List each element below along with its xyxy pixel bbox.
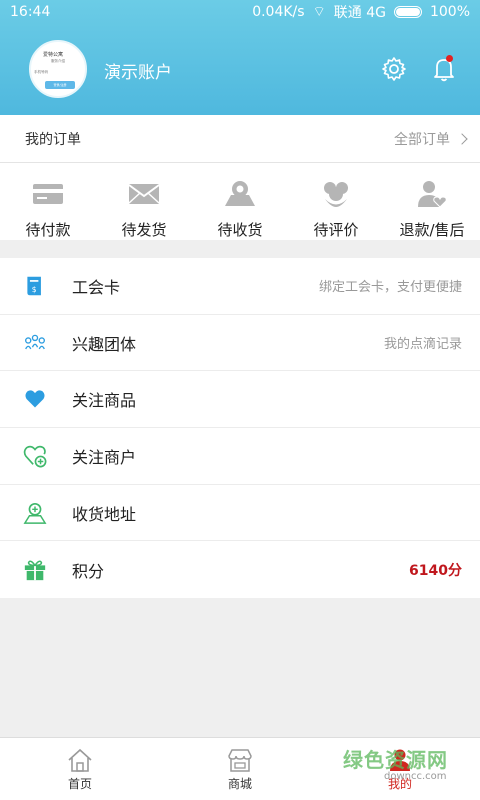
order-label: 待付款 xyxy=(25,221,71,239)
flower-icon xyxy=(324,182,348,207)
status-time: 16:44 xyxy=(10,4,51,20)
menu-hint: 绑定工会卡，支付更便捷 xyxy=(318,280,462,296)
menu-followed-products[interactable]: 关注商品 xyxy=(0,371,480,429)
watermark-url: downcc.com xyxy=(384,771,447,782)
tab-home[interactable]: 首页 xyxy=(0,738,160,800)
order-pending-review[interactable]: 待评价 xyxy=(288,163,384,240)
avatar-line3: 手机号码 xyxy=(34,70,48,74)
home-icon xyxy=(68,748,92,772)
menu-shipping-address[interactable]: 收货地址 xyxy=(0,485,480,542)
carrier: 联通 4G xyxy=(333,5,386,21)
menu-label: 积分 xyxy=(72,561,105,581)
location-map-icon xyxy=(225,181,255,206)
card-icon xyxy=(33,184,63,204)
group-icon xyxy=(25,334,45,349)
order-label: 待评价 xyxy=(313,221,359,239)
order-pending-receipt[interactable]: 待收货 xyxy=(192,163,288,240)
envelope-icon xyxy=(128,184,160,204)
battery-icon xyxy=(393,6,422,18)
avatar-line1: 爱特公寓 xyxy=(43,52,64,58)
orders-header: 我的订单 全部订单 xyxy=(0,115,480,163)
status-bar: 16:44 0.04K/s ⌔ 联通 4G 100% xyxy=(0,0,480,24)
avatar-login-button: 登录/注册 xyxy=(45,81,75,89)
order-pending-payment[interactable]: 待付款 xyxy=(0,163,96,240)
order-pending-shipment[interactable]: 待发货 xyxy=(96,163,192,240)
tab-label: 商城 xyxy=(227,777,252,791)
union-card-icon: $ xyxy=(27,276,41,296)
order-refund[interactable]: 退款/售后 xyxy=(384,163,480,240)
menu-label: 关注商户 xyxy=(72,447,137,467)
gear-icon[interactable] xyxy=(381,56,407,82)
all-orders-label: 全部订单 xyxy=(394,131,450,148)
tab-label: 首页 xyxy=(67,777,92,791)
avatar[interactable]: 爱特公寓 服务介绍 手机号码 登录/注册 xyxy=(29,40,87,98)
menu-list: $ 工会卡 绑定工会卡，支付更便捷 兴趣团体 我的点滴记录 关注商品 关注商户 … xyxy=(0,258,480,599)
menu-label: 关注商品 xyxy=(72,391,137,411)
menu-label: 工会卡 xyxy=(72,277,121,297)
notification-badge xyxy=(446,55,453,62)
account-name[interactable]: 演示账户 xyxy=(104,58,172,83)
wifi-icon: ⌔ xyxy=(312,4,326,20)
order-label: 退款/售后 xyxy=(399,221,465,239)
order-label: 待发货 xyxy=(121,221,167,239)
order-label: 待收货 xyxy=(217,221,263,239)
menu-union-card[interactable]: $ 工会卡 绑定工会卡，支付更便捷 xyxy=(0,258,480,315)
gift-icon xyxy=(24,560,46,580)
watermark: 绿色资源网 xyxy=(343,748,448,772)
order-status-row: 待付款 待发货 待收货 待评价 退款/售后 xyxy=(0,163,480,240)
tab-store[interactable]: 商城 xyxy=(160,738,320,800)
points-value: 6140分 xyxy=(409,562,462,579)
chevron-right-icon xyxy=(456,132,468,145)
orders-title: 我的订单 xyxy=(25,131,81,148)
user-heart-icon xyxy=(418,181,447,208)
menu-hint: 我的点滴记录 xyxy=(383,337,462,353)
bell-icon[interactable] xyxy=(431,56,457,82)
menu-points[interactable]: 积分 6140分 xyxy=(0,541,480,598)
header-banner: 16:44 0.04K/s ⌔ 联通 4G 100% 爱特公寓 服务介绍 手机号… xyxy=(0,0,480,115)
svg-text:$: $ xyxy=(32,285,37,294)
store-icon xyxy=(228,749,252,772)
all-orders-link[interactable]: 全部订单 xyxy=(394,129,468,149)
menu-label: 收货地址 xyxy=(72,504,137,524)
battery-level: 100% xyxy=(429,4,470,20)
network-speed: 0.04K/s xyxy=(252,4,305,20)
avatar-line2: 服务介绍 xyxy=(51,59,65,63)
heart-plus-icon xyxy=(23,445,47,468)
menu-followed-merchants[interactable]: 关注商户 xyxy=(0,428,480,485)
heart-icon xyxy=(25,390,45,408)
menu-label: 兴趣团体 xyxy=(72,334,137,354)
menu-interest-groups[interactable]: 兴趣团体 我的点滴记录 xyxy=(0,315,480,372)
address-pin-icon xyxy=(23,502,47,524)
